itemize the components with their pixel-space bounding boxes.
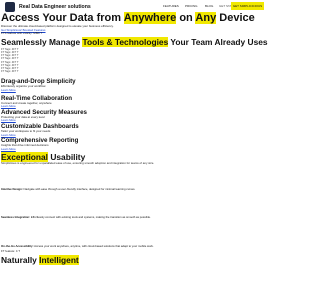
nav-features[interactable]: FEATURES bbox=[163, 4, 179, 8]
usability-item-accessibility: On-the-Go Accessibility: Access your wor… bbox=[1, 243, 154, 248]
cta-button[interactable]: GET SIMPLICICIOUS bbox=[231, 2, 264, 10]
usability-item-integration: Seamless Integration: Effortlessly conne… bbox=[1, 215, 151, 220]
hero-link-sticky[interactable]: FTS feature with vsticky: MBD T bbox=[1, 32, 300, 36]
nav-blog[interactable]: BLOG bbox=[205, 4, 213, 8]
usability-item-design: Intuitive Design: Navigate with ease thr… bbox=[1, 186, 136, 191]
tag-item: FT Tags: 4FT T bbox=[1, 70, 19, 74]
brand-name[interactable]: Real Data Engineer solutions bbox=[19, 4, 91, 10]
learn-more-link[interactable]: Learn More bbox=[1, 147, 300, 152]
tag-list: FT Tags: 4FT T FT Tags: 4FT T FT Tags: 4… bbox=[1, 48, 300, 74]
learn-more-link[interactable]: Learn More bbox=[1, 88, 300, 93]
nav-pricing[interactable]: PRICING bbox=[185, 4, 198, 8]
usability-tail-tag: FT feature: 4 T bbox=[1, 249, 21, 254]
logo-icon[interactable] bbox=[5, 2, 15, 12]
closing-title: Naturally Intelligent bbox=[1, 254, 79, 265]
feature-title-drag-drop: Drag-and-Drop Simplicity bbox=[1, 78, 76, 86]
feature-title-security: Advanced Security Measures bbox=[1, 108, 87, 116]
manage-title: Seamlessly Manage Tools & Technologies Y… bbox=[1, 36, 268, 47]
main-content: Access Your Data from Anywhere on Any De… bbox=[0, 12, 300, 265]
usability-intro: Simplicitous is engineered for unparalle… bbox=[1, 161, 155, 166]
